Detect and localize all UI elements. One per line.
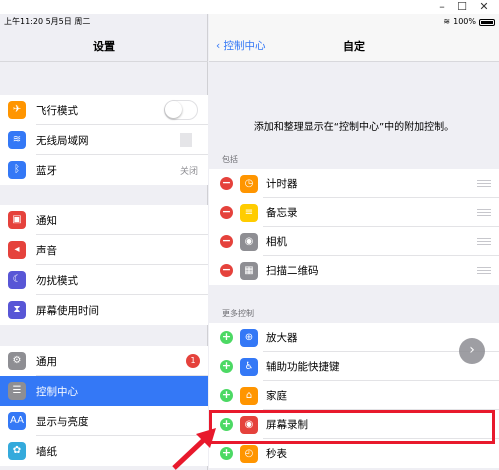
camera-icon: ◉ xyxy=(240,232,258,251)
page-description: 添加和整理显示在“控制中心”中的附加控制。 xyxy=(253,122,455,133)
sidebar-item-general[interactable]: ⚙ 通用 1 xyxy=(0,346,208,376)
display-icon: AA xyxy=(8,412,26,430)
list-item-camera[interactable]: − ◉ 相机 xyxy=(209,227,499,256)
control-label: 相机 xyxy=(266,236,287,248)
remove-button[interactable]: − xyxy=(220,264,233,277)
timer-icon: ◷ xyxy=(240,174,258,193)
included-controls-list: − ◷ 计时器 − ≡ 备忘录 − ◉ 相机 − ▦ 扫描二维码 xyxy=(209,169,499,285)
maximize-button[interactable]: ☐ xyxy=(452,0,472,14)
sidebar-item-label: 显示与亮度 xyxy=(36,415,89,428)
sidebar-item-airplane-mode[interactable]: ✈ 飞行模式 xyxy=(0,95,208,125)
section-header-included: 包括 xyxy=(222,155,238,164)
sidebar-item-control-center[interactable]: ☰ 控制中心 xyxy=(0,376,208,406)
stopwatch-icon: ◴ xyxy=(240,444,258,463)
gear-icon: ⚙ xyxy=(8,352,26,370)
sidebar-item-notifications[interactable]: ▣ 通知 xyxy=(0,205,208,235)
control-label: 辅助功能快捷键 xyxy=(266,361,340,373)
assistive-touch-button[interactable]: › xyxy=(459,338,485,364)
settings-group-notifications: ▣ 通知 ◂ 声音 ☾ 勿扰模式 ⧗ 屏幕使用时间 xyxy=(0,205,208,325)
airplane-mode-toggle[interactable] xyxy=(164,100,198,120)
sidebar-item-screen-time[interactable]: ⧗ 屏幕使用时间 xyxy=(0,295,208,325)
bluetooth-status: 关闭 xyxy=(179,166,198,177)
remove-button[interactable]: − xyxy=(220,235,233,248)
reorder-handle-icon[interactable] xyxy=(477,209,491,216)
section-header-more: 更多控制 xyxy=(222,309,254,318)
control-label: 秒表 xyxy=(266,448,287,460)
highlight-box xyxy=(209,410,495,444)
list-item-notes[interactable]: − ≡ 备忘录 xyxy=(209,198,499,227)
sound-icon: ◂ xyxy=(8,241,26,259)
page-title: 自定 xyxy=(343,40,365,53)
reorder-handle-icon[interactable] xyxy=(477,238,491,245)
control-label: 家庭 xyxy=(266,390,287,402)
airplane-icon: ✈ xyxy=(8,101,26,119)
control-label: 放大器 xyxy=(266,332,298,344)
sidebar-item-label: 声音 xyxy=(36,244,57,257)
sidebar-item-bluetooth[interactable]: ᛒ 蓝牙 关闭 xyxy=(0,155,208,185)
sidebar-item-label: 勿扰模式 xyxy=(36,274,78,287)
wallpaper-icon: ✿ xyxy=(8,442,26,460)
list-item-magnifier[interactable]: + ⊕ 放大器 xyxy=(209,323,499,352)
battery-icon xyxy=(479,18,495,26)
notifications-icon: ▣ xyxy=(8,211,26,229)
window-titlebar: – ☐ ✕ xyxy=(0,0,499,14)
status-time-date: 上午11:20 5月5日 周二 xyxy=(4,17,91,26)
list-item-home[interactable]: + ⌂ 家庭 xyxy=(209,381,499,410)
hourglass-icon: ⧗ xyxy=(8,301,26,319)
sidebar-item-label: 控制中心 xyxy=(36,385,78,398)
wifi-icon: ≋ xyxy=(8,131,26,149)
sidebar-item-label: 通用 xyxy=(36,355,57,368)
redacted-wifi-name xyxy=(180,133,192,147)
settings-group-connectivity: ✈ 飞行模式 ≋ 无线局域网 ᛒ 蓝牙 关闭 xyxy=(0,95,208,185)
control-label: 扫描二维码 xyxy=(266,265,319,277)
sidebar-item-label: 飞行模式 xyxy=(36,104,78,117)
add-button[interactable]: + xyxy=(220,360,233,373)
update-badge: 1 xyxy=(186,354,200,368)
reorder-handle-icon[interactable] xyxy=(477,267,491,274)
accessibility-icon: ♿ xyxy=(240,357,258,376)
minimize-button[interactable]: – xyxy=(432,0,452,14)
sidebar-item-label: 蓝牙 xyxy=(36,164,57,177)
status-bar: 上午11:20 5月5日 周二 ≋ 100% xyxy=(0,14,499,30)
sidebar-item-do-not-disturb[interactable]: ☾ 勿扰模式 xyxy=(0,265,208,295)
control-label: 计时器 xyxy=(266,178,298,190)
wifi-signal-icon: ≋ xyxy=(443,17,451,26)
reorder-handle-icon[interactable] xyxy=(477,180,491,187)
customize-panel: ‹ 控制中心 自定 添加和整理显示在“控制中心”中的附加控制。 包括 − ◷ 计… xyxy=(209,14,499,470)
close-button[interactable]: ✕ xyxy=(474,0,494,14)
settings-sidebar: 设置 ✈ 飞行模式 ≋ 无线局域网 ᛒ 蓝牙 关闭 ▣ 通知 ◂ 声音 ☾ 勿扰… xyxy=(0,14,208,470)
more-controls-list: + ⊕ 放大器 + ♿ 辅助功能快捷键 + ⌂ 家庭 + ◉ 屏幕录制 + ◴ … xyxy=(209,323,499,468)
battery-percent: 100% xyxy=(453,17,476,26)
settings-title: 设置 xyxy=(93,40,115,53)
sidebar-item-label: 墙纸 xyxy=(36,445,57,458)
list-item-qr-scanner[interactable]: − ▦ 扫描二维码 xyxy=(209,256,499,285)
moon-icon: ☾ xyxy=(8,271,26,289)
magnifier-icon: ⊕ xyxy=(240,328,258,347)
remove-button[interactable]: − xyxy=(220,206,233,219)
sidebar-item-wifi[interactable]: ≋ 无线局域网 xyxy=(0,125,208,155)
list-item-accessibility-shortcut[interactable]: + ♿ 辅助功能快捷键 xyxy=(209,352,499,381)
list-item-timer[interactable]: − ◷ 计时器 xyxy=(209,169,499,198)
bluetooth-icon: ᛒ xyxy=(8,161,26,179)
qr-code-icon: ▦ xyxy=(240,261,258,280)
notes-icon: ≡ xyxy=(240,203,258,222)
screen: – ☐ ✕ 设置 ✈ 飞行模式 ≋ 无线局域网 ᛒ 蓝牙 关闭 ▣ 通知 ◂ 声… xyxy=(0,0,499,470)
add-button[interactable]: + xyxy=(220,389,233,402)
sidebar-item-label: 无线局域网 xyxy=(36,134,89,147)
sidebar-item-label: 通知 xyxy=(36,214,57,227)
remove-button[interactable]: − xyxy=(220,177,233,190)
control-center-icon: ☰ xyxy=(8,382,26,400)
sidebar-item-label: 屏幕使用时间 xyxy=(36,304,99,317)
control-label: 备忘录 xyxy=(266,207,298,219)
add-button[interactable]: + xyxy=(220,331,233,344)
divider xyxy=(0,61,208,62)
annotation-arrow-icon xyxy=(172,428,216,470)
home-icon: ⌂ xyxy=(240,386,258,405)
sidebar-item-sounds[interactable]: ◂ 声音 xyxy=(0,235,208,265)
